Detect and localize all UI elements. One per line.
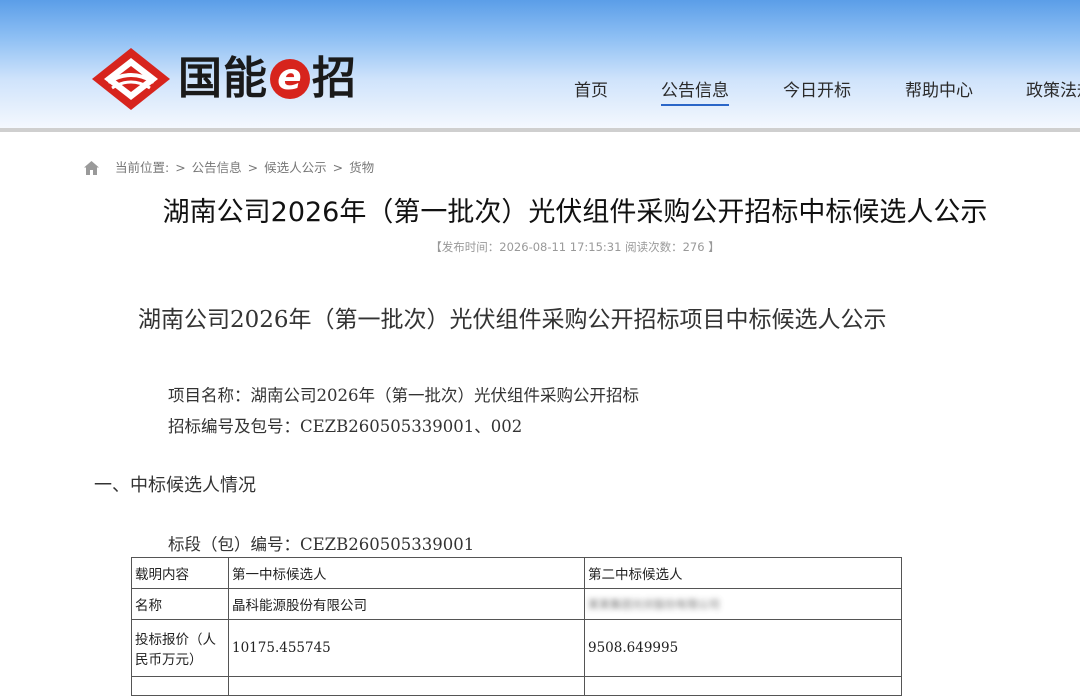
candidate-table: 载明内容 第一中标候选人 第二中标候选人 名称 晶科能源股份有限公司 某某集团光… [131, 557, 902, 696]
table-row: 名称 晶科能源股份有限公司 某某集团光伏股份有限公司 [131, 588, 902, 620]
nav-policies[interactable]: 政策法规 [1026, 78, 1080, 104]
project-name-line: 项目名称：湖南公司2026年（第一批次）光伏组件采购公开招标 [168, 386, 639, 405]
nav-announcements[interactable]: 公告信息 [661, 78, 729, 106]
table-cell-second: 某某集团光伏股份有限公司 [584, 588, 902, 620]
breadcrumb-item-announcements[interactable]: 公告信息 [192, 160, 242, 175]
table-cell-first: 晶科能源股份有限公司 [228, 588, 585, 620]
table-cell-label: 投标报价（人民币万元） [131, 619, 229, 677]
breadcrumb-prefix: 当前位置: [115, 160, 170, 175]
table-cell-first: 10175.455745 [228, 619, 585, 677]
nav-today-opening[interactable]: 今日开标 [783, 78, 851, 104]
tender-code-line: 招标编号及包号：CEZB260505339001、002 [168, 417, 523, 436]
nav-home[interactable]: 首页 [574, 78, 608, 104]
breadcrumb-item-candidates[interactable]: 候选人公示 [264, 160, 327, 175]
blurred-company-name: 某某集团光伏股份有限公司 [588, 598, 720, 611]
table-cell-label [131, 676, 229, 696]
table-header-row: 载明内容 第一中标候选人 第二中标候选人 [131, 557, 902, 589]
table-cell-second [584, 676, 902, 696]
table-header-cell: 载明内容 [131, 557, 229, 589]
document-title: 湖南公司2026年（第一批次）光伏组件采购公开招标项目中标候选人公示 [138, 307, 887, 333]
nav-help-center[interactable]: 帮助中心 [905, 78, 973, 104]
breadcrumb-separator: > [247, 160, 259, 175]
table-row [131, 676, 902, 696]
home-icon[interactable] [84, 161, 99, 175]
table-cell-first [228, 676, 585, 696]
segment-code-line: 标段（包）编号：CEZB260505339001 [168, 535, 475, 554]
table-cell-label: 名称 [131, 588, 229, 620]
table-row: 投标报价（人民币万元） 10175.455745 9508.649995 [131, 619, 902, 677]
table-cell-second: 9508.649995 [584, 619, 902, 677]
section-heading: 一、中标候选人情况 [94, 475, 256, 496]
page-title: 湖南公司2026年（第一批次）光伏组件采购公开招标中标候选人公示 [162, 197, 988, 228]
site-header: 国能e招 首页 公告信息 今日开标 帮助中心 政策法规 [0, 0, 1080, 132]
main-nav: 首页 公告信息 今日开标 帮助中心 政策法规 [0, 78, 1080, 106]
breadcrumb-separator: > [332, 160, 344, 175]
publish-meta: 【发布时间：2026-08-11 17:15:31 阅读次数：276 】 [430, 240, 720, 254]
table-header-cell: 第一中标候选人 [228, 557, 585, 589]
breadcrumb-trail: 当前位置: > 公告信息 > 候选人公示 > 货物 [115, 158, 376, 178]
table-header-cell: 第二中标候选人 [584, 557, 902, 589]
breadcrumb-separator: > [175, 160, 186, 175]
breadcrumb-item-goods[interactable]: 货物 [349, 160, 374, 175]
